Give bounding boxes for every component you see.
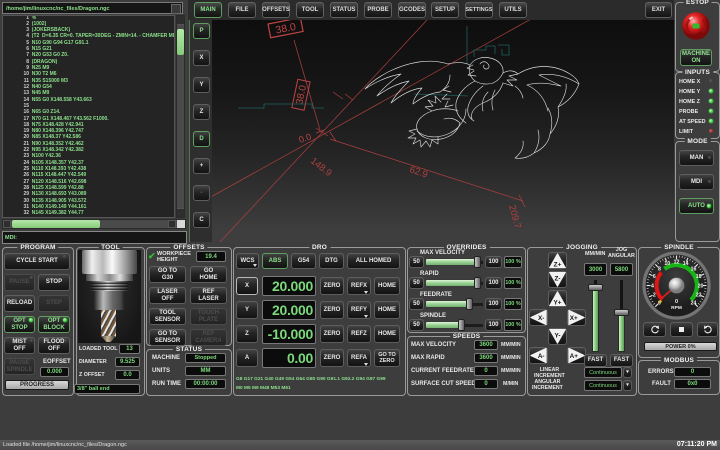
svg-text:A+: A+ [570,353,579,360]
svg-text:14: 14 [683,261,689,267]
svg-text:16: 16 [691,266,697,272]
svg-text:18: 18 [696,274,702,280]
svg-text:X+: X+ [570,315,578,322]
svg-text:20: 20 [698,283,704,289]
svg-text:22: 22 [696,293,702,299]
svg-text:X-: X- [538,315,544,322]
svg-text:38.0: 38.0 [275,21,298,37]
svg-text:10: 10 [664,261,670,267]
svg-text:Y-: Y- [554,333,560,340]
svg-text:8: 8 [658,266,661,272]
svg-text:6: 6 [653,274,656,280]
svg-text:0.0: 0.0 [298,132,313,145]
svg-text:24: 24 [691,300,697,306]
svg-text:Z+: Z+ [554,262,562,268]
svg-text:62.9: 62.9 [408,164,429,180]
svg-text:RPM: RPM [671,305,682,311]
svg-text:12: 12 [674,259,680,265]
svg-text:2: 2 [653,293,656,299]
svg-text:209.7: 209.7 [506,204,523,230]
svg-text:0: 0 [675,299,678,305]
svg-text:Y+: Y+ [554,300,562,306]
svg-text:A-: A- [538,353,545,360]
svg-text:Z-: Z- [554,276,560,283]
svg-text:148.9: 148.9 [308,156,334,179]
svg-text:4: 4 [651,283,654,289]
